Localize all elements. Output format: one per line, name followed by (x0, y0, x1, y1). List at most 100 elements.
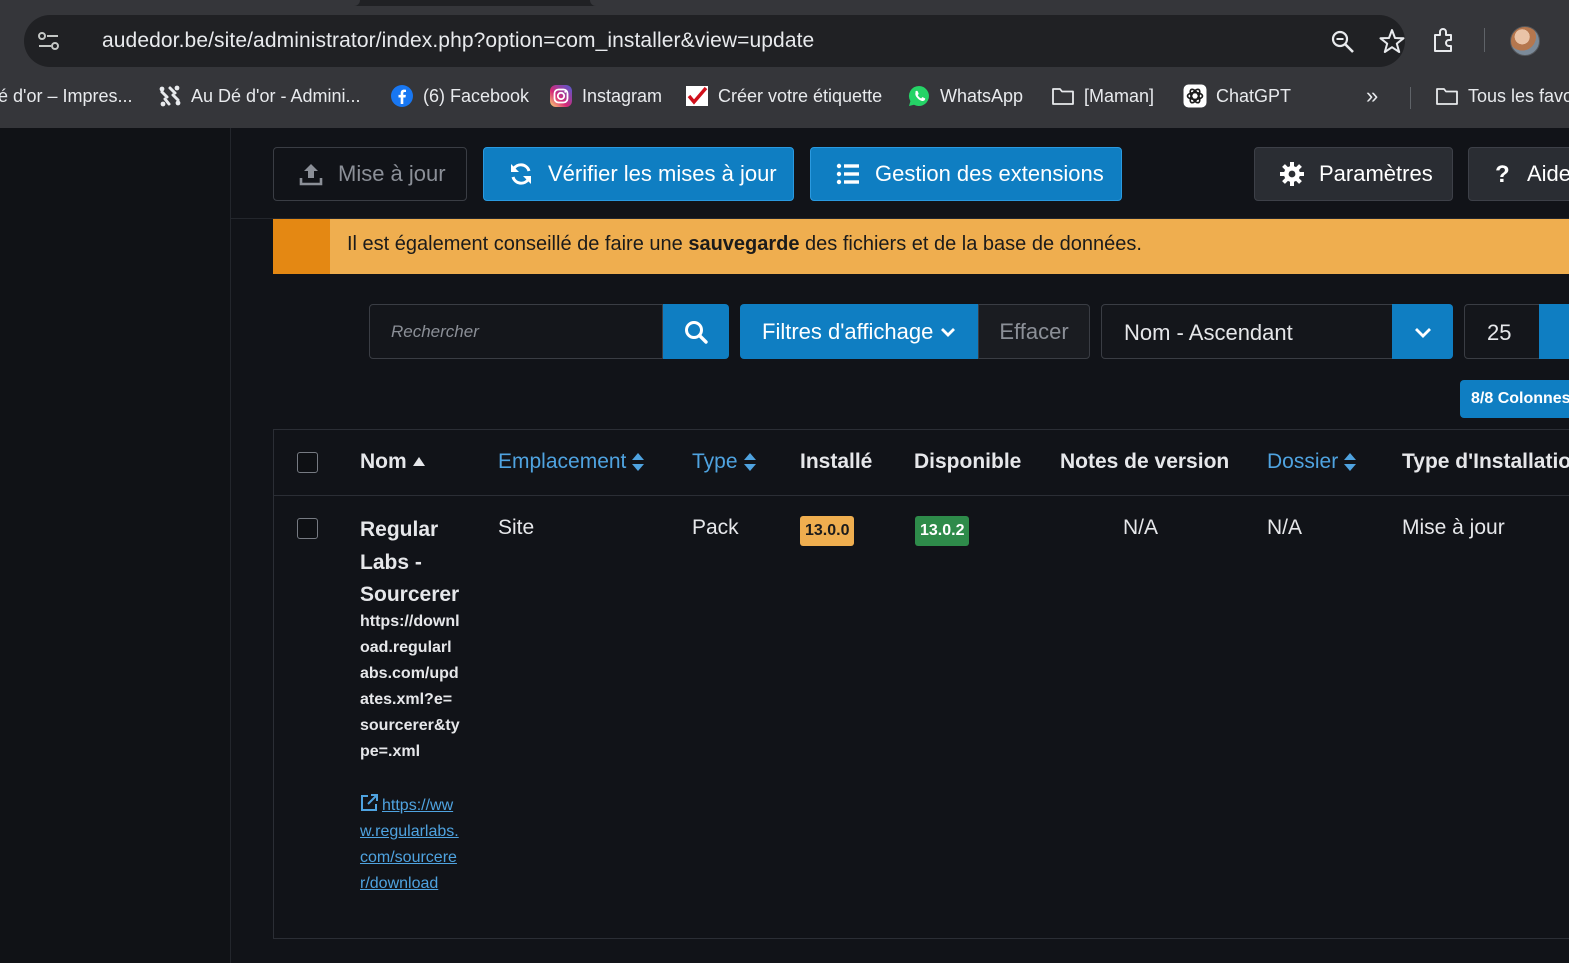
bookmark-label: é d'or – Impres... (0, 85, 133, 106)
header-divider (274, 495, 1569, 496)
bookmark-label: ChatGPT (1216, 85, 1292, 106)
column-header-name[interactable]: Nom (360, 450, 426, 474)
row-checkbox[interactable] (297, 518, 318, 539)
manage-extensions-button[interactable]: Gestion des extensions (810, 147, 1122, 201)
updates-table: Nom Emplacement Type Installé Disponible… (273, 429, 1569, 939)
column-header-notes: Notes de version (1060, 450, 1230, 473)
row-location: Site (498, 516, 535, 539)
toolbar-divider (1484, 28, 1485, 52)
bookmark-label: Instagram (582, 85, 663, 106)
sort-icon (743, 453, 756, 471)
browser-chrome: audedor.be/site/administrator/index.php?… (0, 0, 1569, 128)
profile-avatar[interactable] (1510, 26, 1540, 56)
alert-accent-bar (273, 219, 330, 274)
column-header-installed: Installé (800, 450, 873, 473)
limit-dropdown-toggle[interactable] (1539, 304, 1569, 359)
list-limit-select[interactable]: 25 (1464, 304, 1569, 359)
bookmark-label: WhatsApp (940, 85, 1024, 106)
bookmarks-overflow-button[interactable]: » (1366, 82, 1378, 110)
external-link-icon (361, 794, 378, 811)
bookmark-item-whatsapp[interactable]: WhatsApp (907, 82, 1023, 110)
bookmark-label: (6) Facebook (423, 85, 530, 106)
bookmark-folder-maman[interactable]: [Maman] (1051, 82, 1154, 110)
chevron-down-icon (941, 327, 956, 337)
folder-icon (1052, 88, 1074, 105)
bookmark-item-etiquette[interactable]: Créer votre étiquette (685, 82, 882, 110)
overflow-chevron-icon: » (1366, 83, 1379, 108)
extensions-icon[interactable] (1430, 26, 1458, 54)
check-updates-label: Vérifier les mises à jour (548, 161, 777, 186)
column-header-type[interactable]: Type (692, 450, 757, 474)
bookmark-star-icon[interactable] (1379, 28, 1405, 54)
instagram-icon (550, 85, 572, 107)
bookmark-folder-all[interactable]: Tous les favoris (1435, 82, 1569, 110)
gear-icon (1280, 162, 1304, 186)
sort-asc-icon (412, 457, 425, 466)
sort-icon (632, 453, 645, 471)
tab-strip (0, 0, 1569, 6)
filter-options-button[interactable]: Filtres d'affichage (740, 304, 978, 359)
column-header-available: Disponible (914, 450, 1022, 473)
url-text[interactable]: audedor.be/site/administrator/index.php?… (102, 29, 814, 53)
update-button[interactable]: Mise à jour (273, 147, 467, 201)
column-header-folder[interactable]: Dossier (1267, 450, 1357, 474)
label-icon (686, 86, 708, 106)
alert-text: Il est également conseillé de faire une … (347, 233, 1142, 255)
manage-extensions-label: Gestion des extensions (875, 161, 1104, 186)
chatgpt-icon (1183, 84, 1207, 108)
clear-button[interactable]: Effacer (978, 304, 1090, 359)
sort-select-value: Nom - Ascendant (1124, 320, 1293, 345)
sort-select[interactable]: Nom - Ascendant (1101, 304, 1453, 359)
help-label: Aide (1527, 161, 1569, 186)
bookmark-item-impression[interactable]: é d'or – Impres... (0, 82, 133, 110)
row-release-notes: N/A (1123, 516, 1159, 539)
extension-info-link[interactable]: https://www.regularlabs.com/sourcerer/do… (360, 793, 460, 897)
select-all-checkbox[interactable] (297, 452, 318, 473)
bookmark-item-admin[interactable]: Au Dé d'or - Admini... (158, 82, 361, 110)
address-bar[interactable]: audedor.be/site/administrator/index.php?… (24, 15, 1405, 67)
installed-version-badge: 13.0.0 (800, 516, 855, 546)
folder-icon (1436, 88, 1458, 105)
options-button[interactable]: Paramètres (1254, 147, 1453, 201)
row-type: Pack (692, 516, 739, 539)
bookmark-label: Créer votre étiquette (718, 85, 883, 106)
update-site-url: https://download.regularlabs.com/updates… (360, 613, 460, 760)
bookmark-item-facebook[interactable]: (6) Facebook (390, 82, 529, 110)
columns-toggle-label: 8/8 Colonnes (1471, 390, 1569, 407)
filter-options-label: Filtres d'affichage (762, 318, 934, 344)
list-limit-value: 25 (1487, 320, 1512, 345)
whatsapp-icon (909, 86, 929, 106)
facebook-icon (391, 85, 413, 107)
bookmark-label: Au Dé d'or - Admini... (191, 85, 361, 106)
row-folder: N/A (1267, 516, 1303, 539)
sort-icon (1344, 453, 1357, 471)
check-updates-button[interactable]: Vérifier les mises à jour (483, 147, 794, 201)
available-version-badge: 13.0.2 (915, 516, 970, 546)
clear-label: Effacer (999, 318, 1069, 344)
bookmark-item-instagram[interactable]: Instagram (549, 82, 662, 110)
column-header-location[interactable]: Emplacement (498, 450, 645, 474)
update-button-label: Mise à jour (338, 161, 446, 186)
admin-sidebar (0, 128, 231, 963)
joomla-icon (159, 85, 181, 107)
search-button[interactable] (663, 304, 729, 359)
zoom-icon[interactable] (1330, 29, 1356, 55)
site-info-icon[interactable] (36, 29, 62, 53)
sort-dropdown-toggle[interactable] (1392, 304, 1453, 359)
row-install-type: Mise à jour (1402, 516, 1505, 539)
sync-icon (511, 163, 531, 185)
columns-toggle-button[interactable]: 8/8 Colonnes (1460, 380, 1569, 418)
question-icon: ? (1495, 161, 1510, 188)
bookmark-item-chatgpt[interactable]: ChatGPT (1183, 82, 1291, 110)
warning-alert: Il est également conseillé de faire une … (273, 219, 1569, 274)
search-field[interactable] (369, 304, 663, 359)
column-header-install-type: Type d'Installation (1402, 450, 1569, 473)
help-button[interactable]: ? Aide (1468, 147, 1569, 201)
chevron-down-icon (1414, 327, 1431, 338)
search-icon (685, 320, 708, 344)
extension-name: Regular Labs - Sourcerer (360, 518, 460, 606)
bookmark-label: [Maman] (1084, 85, 1155, 106)
bookmarks-bar: é d'or – Impres... Au Dé d'or - Admini..… (0, 78, 1569, 114)
list-icon (836, 163, 859, 185)
search-input[interactable] (370, 305, 662, 358)
